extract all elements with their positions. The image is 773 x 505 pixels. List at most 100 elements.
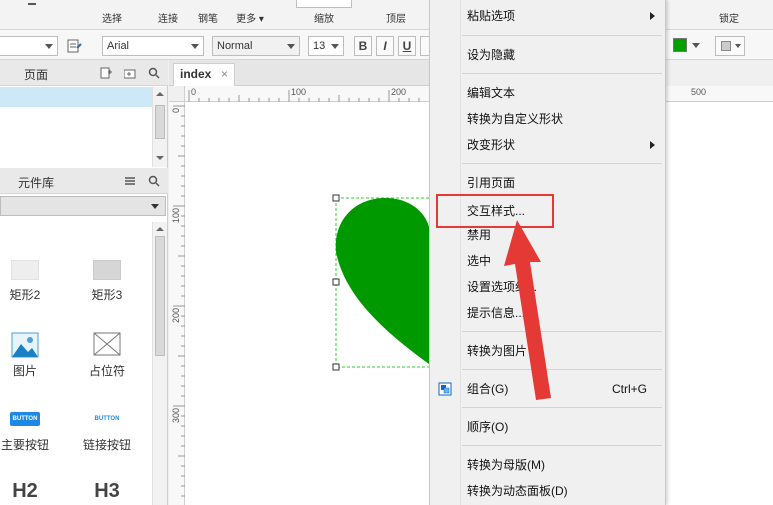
menu-item-selected[interactable]: 选中 (430, 249, 665, 273)
shadow-button[interactable] (715, 36, 745, 56)
resize-handle[interactable] (332, 363, 340, 371)
group-icon (438, 382, 452, 396)
menu-item-order[interactable]: 顺序(O) (430, 415, 665, 439)
pages-panel-title: 页面 (24, 68, 49, 82)
hruler-label: 500 (691, 87, 707, 97)
pages-panel-header: 页面 (0, 60, 168, 86)
horizontal-ruler: 0 100 200 (185, 86, 429, 102)
underline-button[interactable]: U (398, 36, 416, 56)
ruler-corner (169, 86, 185, 102)
library-item-image[interactable]: 图片 (0, 332, 60, 379)
menu-separator (462, 407, 662, 408)
toolbar-connect-button[interactable]: 连接 (152, 10, 184, 25)
library-item-label: 矩形2 (9, 288, 41, 302)
library-item-link-button[interactable]: BUTTON 链接按钮 (72, 412, 142, 453)
submenu-arrow-icon (650, 141, 655, 149)
chevron-down-icon (45, 44, 53, 49)
menu-item-group[interactable]: 组合(G) Ctrl+G (430, 377, 665, 401)
menu-item-tooltip[interactable]: 提示信息... (430, 301, 665, 325)
menu-item-convert-custom-shape[interactable]: 转换为自定义形状 (430, 107, 665, 131)
menu-icon[interactable] (124, 175, 136, 187)
toolbar-pen-button[interactable]: 钢笔 (192, 10, 224, 25)
chevron-down-icon[interactable] (692, 43, 700, 48)
format-painter-icon[interactable] (66, 38, 82, 54)
hruler-right: 500 (665, 86, 773, 102)
toolbar-select-button[interactable]: 选择 (94, 10, 130, 25)
right-toolbar-strip: 锁定 500 (665, 0, 773, 505)
search-icon[interactable] (148, 67, 160, 79)
menu-item-change-shape[interactable]: 改变形状 (430, 133, 665, 157)
toolbar-select-label: 选择 (102, 14, 122, 25)
pages-scrollbar[interactable] (152, 87, 167, 167)
canvas-right[interactable] (665, 102, 773, 505)
menu-item-convert-image[interactable]: 转换为图片 (430, 339, 665, 363)
library-item-label: 图片 (12, 364, 37, 378)
hruler-label: 100 (291, 87, 307, 97)
scroll-down-icon[interactable] (156, 155, 164, 161)
menu-separator (462, 163, 662, 164)
image-icon (11, 332, 39, 358)
font-style-select[interactable]: Normal (212, 36, 300, 56)
heading3-icon: H3 (94, 480, 120, 502)
selected-page-row[interactable] (0, 87, 152, 107)
scroll-up-icon[interactable] (156, 91, 164, 97)
menu-item-paste-options[interactable]: 粘贴选项 (430, 4, 665, 28)
library-item-h3[interactable]: H3 (72, 480, 142, 503)
document-tabbar: index × (169, 60, 429, 86)
font-size-select[interactable]: 13 (308, 36, 344, 56)
library-item-rect3[interactable]: 矩形3 (72, 260, 142, 303)
menu-item-edit-text[interactable]: 编辑文本 (430, 81, 665, 105)
arrow-icon (28, 3, 36, 5)
resize-handle[interactable] (332, 194, 340, 202)
menu-item-convert-dynamic-panel[interactable]: 转换为动态面板(D) (430, 479, 665, 503)
tab-index[interactable]: index × (173, 63, 235, 86)
menu-item-reference-page[interactable]: 引用页面 (430, 171, 665, 195)
menu-separator (462, 73, 662, 74)
library-item-rect2[interactable]: 矩形2 (0, 260, 60, 303)
chevron-down-icon (151, 204, 159, 209)
scroll-up-icon[interactable] (156, 226, 164, 232)
menu-item-label: 组合(G) (467, 382, 509, 396)
toolbar-partial-icon[interactable] (14, 0, 54, 8)
style-combo[interactable] (0, 36, 58, 56)
hruler-label: 0 (191, 87, 197, 97)
menu-separator (462, 369, 662, 370)
pages-scroll-thumb[interactable] (155, 105, 165, 139)
add-folder-icon[interactable] (124, 67, 136, 79)
font-family-select[interactable]: Arial (102, 36, 204, 56)
toolbar-more-button[interactable]: 更多 ▾ (232, 10, 268, 25)
add-page-icon[interactable] (100, 67, 112, 79)
library-scroll-thumb[interactable] (155, 236, 165, 356)
close-icon[interactable]: × (221, 64, 228, 85)
menu-item-label: 选中 (467, 254, 492, 268)
library-select[interactable] (0, 196, 166, 216)
library-item-placeholder[interactable]: 占位符 (72, 332, 142, 379)
tab-label: index (180, 67, 212, 81)
menu-separator (462, 35, 662, 36)
menu-item-set-hidden[interactable]: 设为隐藏 (430, 43, 665, 67)
resize-handle[interactable] (332, 278, 340, 286)
menu-item-option-group[interactable]: 设置选项组... (430, 275, 665, 299)
library-scrollbar[interactable] (152, 222, 167, 505)
toolbar-lock-label[interactable]: 锁定 (719, 10, 739, 25)
italic-button[interactable]: I (376, 36, 394, 56)
toolbar-top-button[interactable]: 顶层 (378, 10, 414, 25)
toolbar-pen-label: 钢笔 (198, 14, 218, 25)
more-format-button[interactable] (420, 36, 429, 56)
fill-color-swatch[interactable] (673, 38, 687, 52)
library-item-h2[interactable]: H2 (0, 480, 60, 503)
vertical-ruler: 0 100 200 300 (169, 102, 185, 505)
library-item-primary-button[interactable]: BUTTON 主要按钮 (0, 412, 60, 453)
font-family-value: Arial (107, 40, 130, 52)
heart-shape[interactable] (335, 198, 429, 364)
zoom-combo[interactable] (296, 0, 352, 8)
toolbar-zoom-label: 缩放 (314, 14, 334, 25)
primary-button-icon: BUTTON (10, 412, 40, 426)
chevron-down-icon (735, 44, 741, 48)
design-canvas[interactable] (185, 102, 429, 505)
chevron-down-icon (331, 44, 339, 49)
menu-item-convert-master[interactable]: 转换为母版(M) (430, 453, 665, 477)
bold-button[interactable]: B (354, 36, 372, 56)
search-icon[interactable] (148, 175, 160, 187)
library-item-label: 链接按钮 (82, 438, 131, 452)
